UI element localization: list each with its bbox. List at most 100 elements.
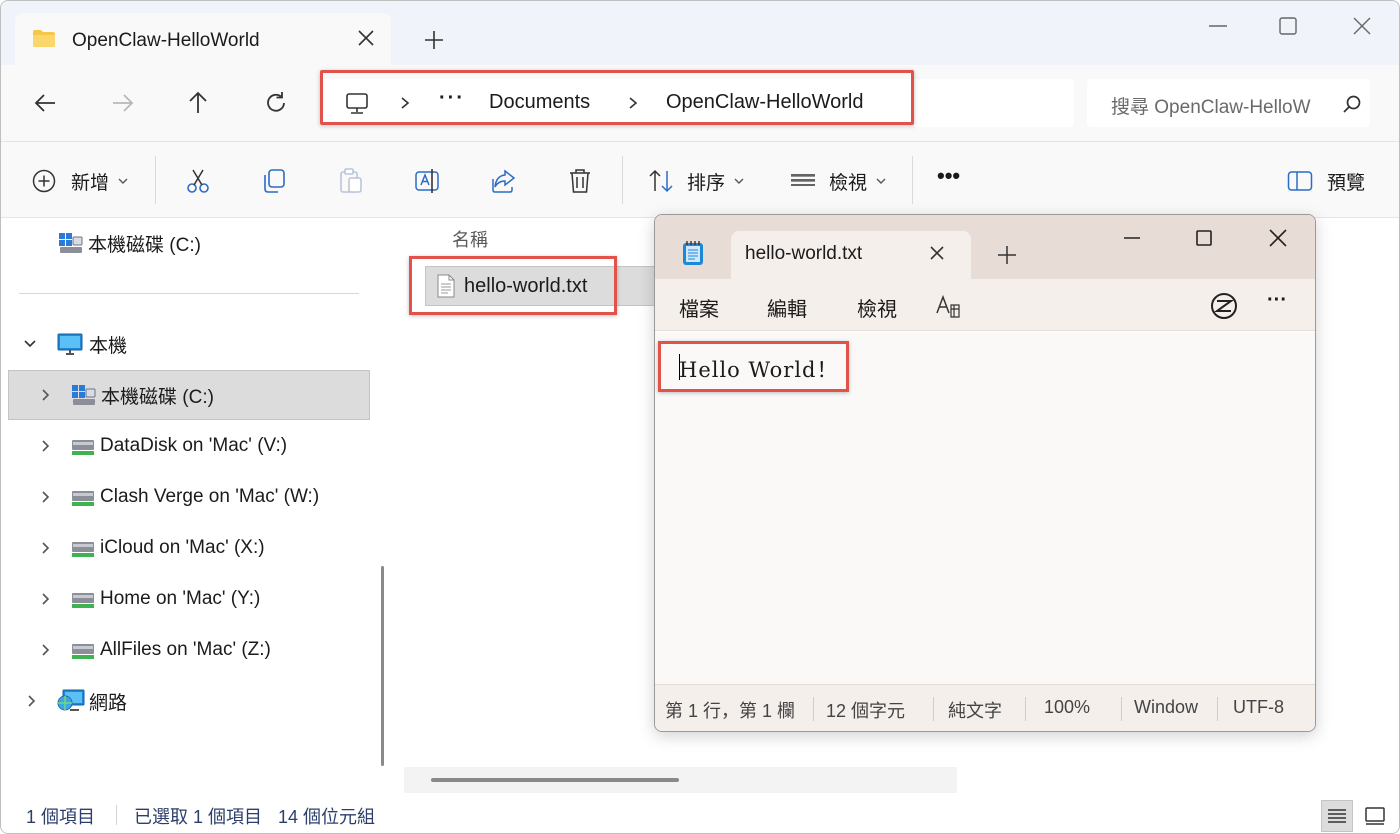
up-arrow-icon[interactable] <box>185 90 211 116</box>
nav-item-drive-y[interactable]: Home on 'Mac' (Y:) <box>39 574 260 624</box>
network-drive-icon <box>72 440 94 455</box>
preview-pane-button[interactable]: 預覽 <box>1287 167 1365 195</box>
notepad-tab[interactable]: hello-world.txt <box>731 231 971 279</box>
column-header-name[interactable]: 名稱 <box>452 226 488 252</box>
status-divider <box>933 697 934 721</box>
chevron-right-icon[interactable] <box>39 592 53 606</box>
chevron-right-icon[interactable] <box>39 388 53 402</box>
back-arrow-icon[interactable] <box>33 90 59 116</box>
nav-item-network[interactable]: 網路 <box>25 676 127 726</box>
maximize-icon[interactable] <box>1273 11 1303 41</box>
font-format-icon[interactable] <box>935 293 963 319</box>
new-tab-icon[interactable] <box>421 27 447 53</box>
status-divider <box>1121 697 1122 721</box>
nav-item-label: 本機 <box>89 335 128 357</box>
nav-item-quick-drive-c[interactable]: 本機磁碟 (C:) <box>58 218 201 268</box>
chevron-right-icon[interactable] <box>39 439 53 453</box>
chevron-right-icon[interactable] <box>39 643 53 657</box>
nav-item-this-pc[interactable]: 本機 <box>23 319 127 369</box>
status-size: 14 個位元組 <box>278 807 376 827</box>
editor-text-highlight-box <box>658 341 849 392</box>
nav-item-label: 本機磁碟 (C:) <box>101 386 214 408</box>
notepad-more-options[interactable]: ··· <box>1267 289 1287 312</box>
minimize-icon[interactable] <box>1119 225 1145 251</box>
nav-item-drive-x[interactable]: iCloud on 'Mac' (X:) <box>39 523 265 573</box>
cut-icon[interactable] <box>184 167 212 195</box>
status-format: 純文字 <box>948 701 1002 721</box>
preview-pane-icon <box>1287 171 1313 191</box>
navigation-pane: 本機磁碟 (C:) 本機 本機磁碟 (C:) DataDisk on 'Mac'… <box>1 218 371 795</box>
search-icon[interactable] <box>1341 93 1363 115</box>
nav-item-label: Clash Verge on 'Mac' (W:) <box>100 486 320 507</box>
close-window-icon[interactable] <box>1347 11 1377 41</box>
new-button[interactable]: 新增 <box>31 167 129 195</box>
status-line-ending[interactable]: Window <box>1134 697 1198 718</box>
this-pc-monitor-icon <box>57 333 83 355</box>
toolbar-divider <box>912 156 913 204</box>
chevron-right-icon[interactable] <box>25 694 39 708</box>
details-view-icon <box>1328 809 1346 823</box>
sort-label: 排序 <box>687 172 726 194</box>
status-zoom[interactable]: 100% <box>1044 697 1090 718</box>
plus-circle-icon <box>32 169 56 193</box>
refresh-icon[interactable] <box>263 90 289 116</box>
menu-view[interactable]: 檢視 <box>857 293 897 322</box>
delete-trash-icon[interactable] <box>566 167 594 195</box>
notepad-window: hello-world.txt 檔案 編輯 檢視 ··· Hello World… <box>654 214 1316 732</box>
chevron-right-icon[interactable] <box>39 541 53 555</box>
menu-edit[interactable]: 編輯 <box>767 293 807 322</box>
nav-item-drive-v[interactable]: DataDisk on 'Mac' (V:) <box>39 421 287 471</box>
nav-item-drive-z[interactable]: AllFiles on 'Mac' (Z:) <box>39 625 271 675</box>
new-tab-icon[interactable] <box>995 243 1019 267</box>
chevron-right-icon[interactable] <box>39 490 53 504</box>
tiles-view-button[interactable] <box>1359 800 1391 832</box>
view-lines-icon <box>791 174 815 186</box>
status-encoding[interactable]: UTF-8 <box>1233 697 1284 718</box>
search-box[interactable]: 搜尋 OpenClaw-HelloWorld <box>1087 79 1370 127</box>
nav-item-label: AllFiles on 'Mac' (Z:) <box>100 639 271 660</box>
network-drive-icon <box>72 644 94 659</box>
nav-item-drive-w[interactable]: Clash Verge on 'Mac' (W:) <box>39 472 319 522</box>
copy-icon[interactable] <box>260 167 288 195</box>
status-char-count: 12 個字元 <box>826 701 906 721</box>
nav-item-label: 網路 <box>89 692 128 714</box>
notepad-tab-title: hello-world.txt <box>745 243 863 264</box>
explorer-tab[interactable]: OpenClaw-HelloWorld <box>15 13 391 65</box>
close-tab-icon[interactable] <box>925 241 949 265</box>
windows-drive-icon <box>72 385 96 405</box>
nav-item-label: 本機磁碟 (C:) <box>88 234 201 256</box>
chevron-down-icon[interactable] <box>23 337 37 351</box>
chevron-down-icon <box>734 178 744 184</box>
maximize-icon[interactable] <box>1191 225 1217 251</box>
menu-file[interactable]: 檔案 <box>679 293 719 322</box>
status-divider <box>1217 697 1218 721</box>
more-options-button[interactable]: ••• <box>937 162 960 190</box>
close-window-icon[interactable] <box>1265 225 1291 251</box>
paste-icon[interactable] <box>337 167 365 195</box>
view-button[interactable]: 檢視 <box>789 167 887 195</box>
nav-item-drive-c[interactable]: 本機磁碟 (C:) <box>39 370 214 420</box>
view-label: 檢視 <box>829 172 868 194</box>
network-globe-icon <box>57 689 85 711</box>
sort-button[interactable]: 排序 <box>647 167 745 195</box>
horizontal-scrollbar-thumb[interactable] <box>431 778 679 782</box>
details-view-button[interactable] <box>1321 800 1353 832</box>
notepad-titlebar: hello-world.txt <box>655 215 1315 279</box>
copilot-icon[interactable] <box>1209 291 1239 321</box>
toolbar-divider <box>622 156 623 204</box>
nav-pane-scrollbar[interactable] <box>381 566 384 766</box>
search-placeholder[interactable]: 搜尋 OpenClaw-HelloWorld <box>1111 92 1311 119</box>
new-label: 新增 <box>71 172 110 194</box>
notepad-app-icon <box>683 241 703 265</box>
minimize-icon[interactable] <box>1203 11 1233 41</box>
windows-drive-icon <box>59 233 83 253</box>
command-bar: 新增 排序 檢視 ••• 預覽 <box>1 142 1399 218</box>
status-selection: 已選取 1 個項目 <box>134 807 263 827</box>
network-drive-icon <box>72 542 94 557</box>
share-icon[interactable] <box>490 167 518 195</box>
close-tab-icon[interactable] <box>353 25 379 51</box>
chevron-down-icon <box>118 178 128 184</box>
nav-item-label: DataDisk on 'Mac' (V:) <box>100 435 288 456</box>
forward-arrow-icon[interactable] <box>109 90 135 116</box>
rename-icon[interactable] <box>413 167 441 195</box>
